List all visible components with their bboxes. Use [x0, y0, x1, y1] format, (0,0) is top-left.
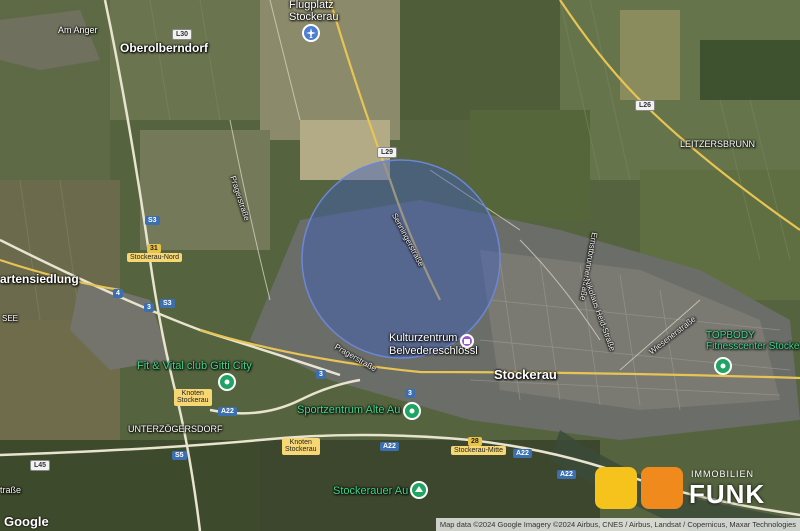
stockerau-label: Stockerau: [494, 367, 557, 382]
theater-icon: [464, 339, 470, 344]
stockerauer-au-pin[interactable]: [410, 481, 428, 499]
junction-stockerau-mitte: Stockerau-Mitte: [451, 446, 507, 456]
am-anger-label: Am Anger: [58, 25, 98, 35]
sportzentrum-pin[interactable]: [403, 402, 421, 420]
sportzentrum-label: Sportzentrum Alte Au: [297, 404, 401, 416]
fit-vital-pin[interactable]: [218, 373, 236, 391]
oberolberndorf-label: Oberolberndorf: [120, 41, 209, 55]
airport-town: Stockerau: [289, 11, 339, 23]
shield-3-west: 3: [144, 303, 154, 312]
map-attribution[interactable]: Map data ©2024 Google Imagery ©2024 Airb…: [435, 518, 800, 531]
fitness-icon: [720, 363, 726, 369]
shield-a22-east: A22: [513, 449, 532, 458]
immobilien-funk-logo: IMMOBILIEN FUNK: [595, 467, 785, 509]
airplane-icon: [306, 28, 316, 38]
shield-s3-north: S3: [145, 216, 160, 225]
junction-knoten-stockerau-west: Knoten Stockerau: [174, 389, 212, 406]
airport-pin[interactable]: [302, 24, 320, 42]
shield-4: 4: [113, 289, 123, 298]
logo-text-main: FUNK: [689, 479, 766, 509]
airport-label: Flugplatz Stockerau: [289, 0, 339, 23]
shield-l30: L30: [172, 29, 193, 40]
shield-l26: L26: [635, 100, 656, 111]
shield-28: 28: [468, 437, 482, 446]
shield-a22-west: A22: [218, 407, 237, 416]
shield-l45: L45: [30, 460, 51, 471]
fitness-icon: [224, 379, 230, 385]
topbody-sub: Fitnesscenter Stocke: [706, 341, 800, 352]
junction-knoten-south-line2: Stockerau: [285, 446, 317, 454]
shield-3-east: 3: [405, 389, 415, 398]
logo-yellow-square: [595, 467, 637, 509]
gartensiedlung-label: artensiedlung: [0, 272, 79, 286]
street-left-edge: traße: [0, 485, 22, 495]
topbody-pin[interactable]: [714, 357, 732, 375]
topbody-name: TOPBODY: [706, 330, 755, 341]
logo-orange-square: [641, 467, 683, 509]
shield-3-centre: 3: [316, 370, 326, 379]
junction-knoten-stockerau-south: Knoten Stockerau: [282, 438, 320, 455]
shield-a22-centre: A22: [380, 442, 399, 451]
junction-knoten-south-line1: Knoten: [289, 439, 312, 446]
junction-knoten-west-line1: Knoten: [181, 390, 204, 397]
shield-31: 31: [147, 244, 161, 253]
unterzoegersdorf-label: UNTERZÖGERSDORF: [128, 424, 223, 434]
fit-vital-label: Fit & Vital club Gitti City: [137, 360, 252, 372]
satellite-terrain: [0, 0, 800, 531]
map-canvas[interactable]: Flugplatz Stockerau Am Anger Oberolbernd…: [0, 0, 800, 531]
stockerauer-au-label: Stockerauer Au: [333, 485, 409, 497]
shield-a22-far-east: A22: [557, 470, 576, 479]
google-logo[interactable]: Google: [4, 514, 49, 529]
shield-s3-south: S3: [160, 299, 175, 308]
sports-icon: [409, 408, 415, 414]
logo-text-top: IMMOBILIEN: [691, 469, 755, 479]
tree-icon: [415, 486, 423, 492]
leitzersbrunn-label: LEITZERSBRUNN: [680, 139, 756, 149]
shield-s5: S5: [172, 451, 187, 460]
airport-name: Flugplatz: [289, 0, 334, 11]
kulturzentrum-pin[interactable]: [460, 334, 474, 348]
junction-knoten-west-line2: Stockerau: [177, 397, 209, 405]
topbody-label: TOPBODY Fitnesscenter Stocke: [706, 331, 799, 352]
shield-l29: L29: [377, 147, 398, 158]
see-label: SEE: [2, 314, 19, 323]
junction-stockerau-nord: Stockerau-Nord: [127, 253, 183, 263]
